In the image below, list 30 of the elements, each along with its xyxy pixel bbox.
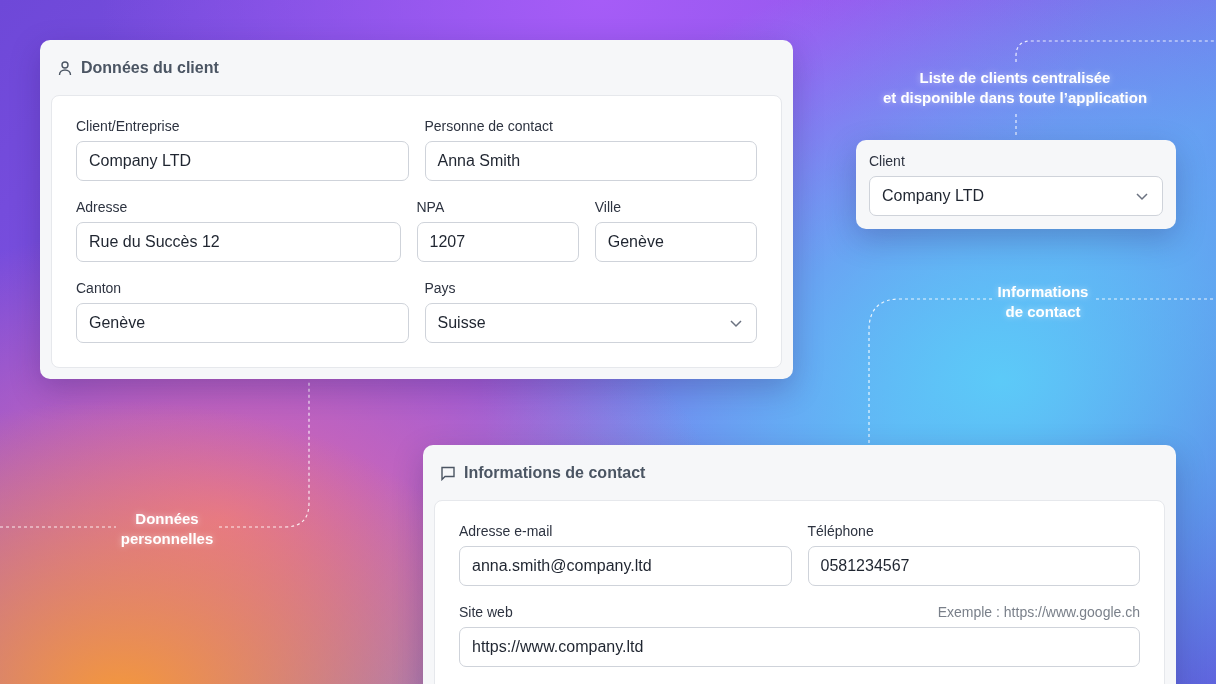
- field-label: NPA: [416, 199, 445, 215]
- card-title: Informations de contact: [464, 463, 646, 482]
- input-field[interactable]: Rue du Succès 12: [76, 222, 401, 262]
- input-field[interactable]: Company LTD: [76, 141, 409, 181]
- field-label: Pays: [424, 280, 456, 296]
- input-field[interactable]: anna.smith@company.ltd: [459, 546, 792, 586]
- input-field[interactable]: Genève: [76, 303, 409, 343]
- field-label: Ville: [594, 199, 621, 215]
- field-label: Adresse: [76, 199, 128, 215]
- card-title: Données du client: [81, 58, 219, 77]
- input-field[interactable]: 0581234567: [807, 546, 1140, 586]
- field-label: Adresse e-mail: [459, 523, 553, 539]
- field-label: Canton: [76, 280, 122, 296]
- field-hint: Exemple : https://www.google.ch: [937, 604, 1140, 620]
- field-label: Personne de contact: [424, 118, 553, 134]
- field-label: Site web: [459, 604, 513, 620]
- chat-icon: [440, 464, 456, 481]
- field-label: Client: [869, 153, 905, 169]
- input-field[interactable]: https://www.company.ltd: [459, 627, 1140, 667]
- annotation-text: Données personnelles: [120, 509, 214, 549]
- user-icon: [57, 59, 73, 76]
- annotation-text: Informations de contact: [997, 282, 1089, 322]
- input-field[interactable]: Anna Smith: [424, 141, 757, 181]
- annotation-text: Liste de clients centralisée et disponible dans toute l’application: [882, 68, 1148, 108]
- input-field[interactable]: Genève: [594, 222, 757, 262]
- input-field[interactable]: 1207: [416, 222, 579, 262]
- field-label: Téléphone: [807, 523, 874, 539]
- select-field[interactable]: Suisse: [424, 303, 757, 343]
- field-label: Client/Entreprise: [76, 118, 180, 134]
- select-field[interactable]: Company LTD: [869, 176, 1163, 216]
